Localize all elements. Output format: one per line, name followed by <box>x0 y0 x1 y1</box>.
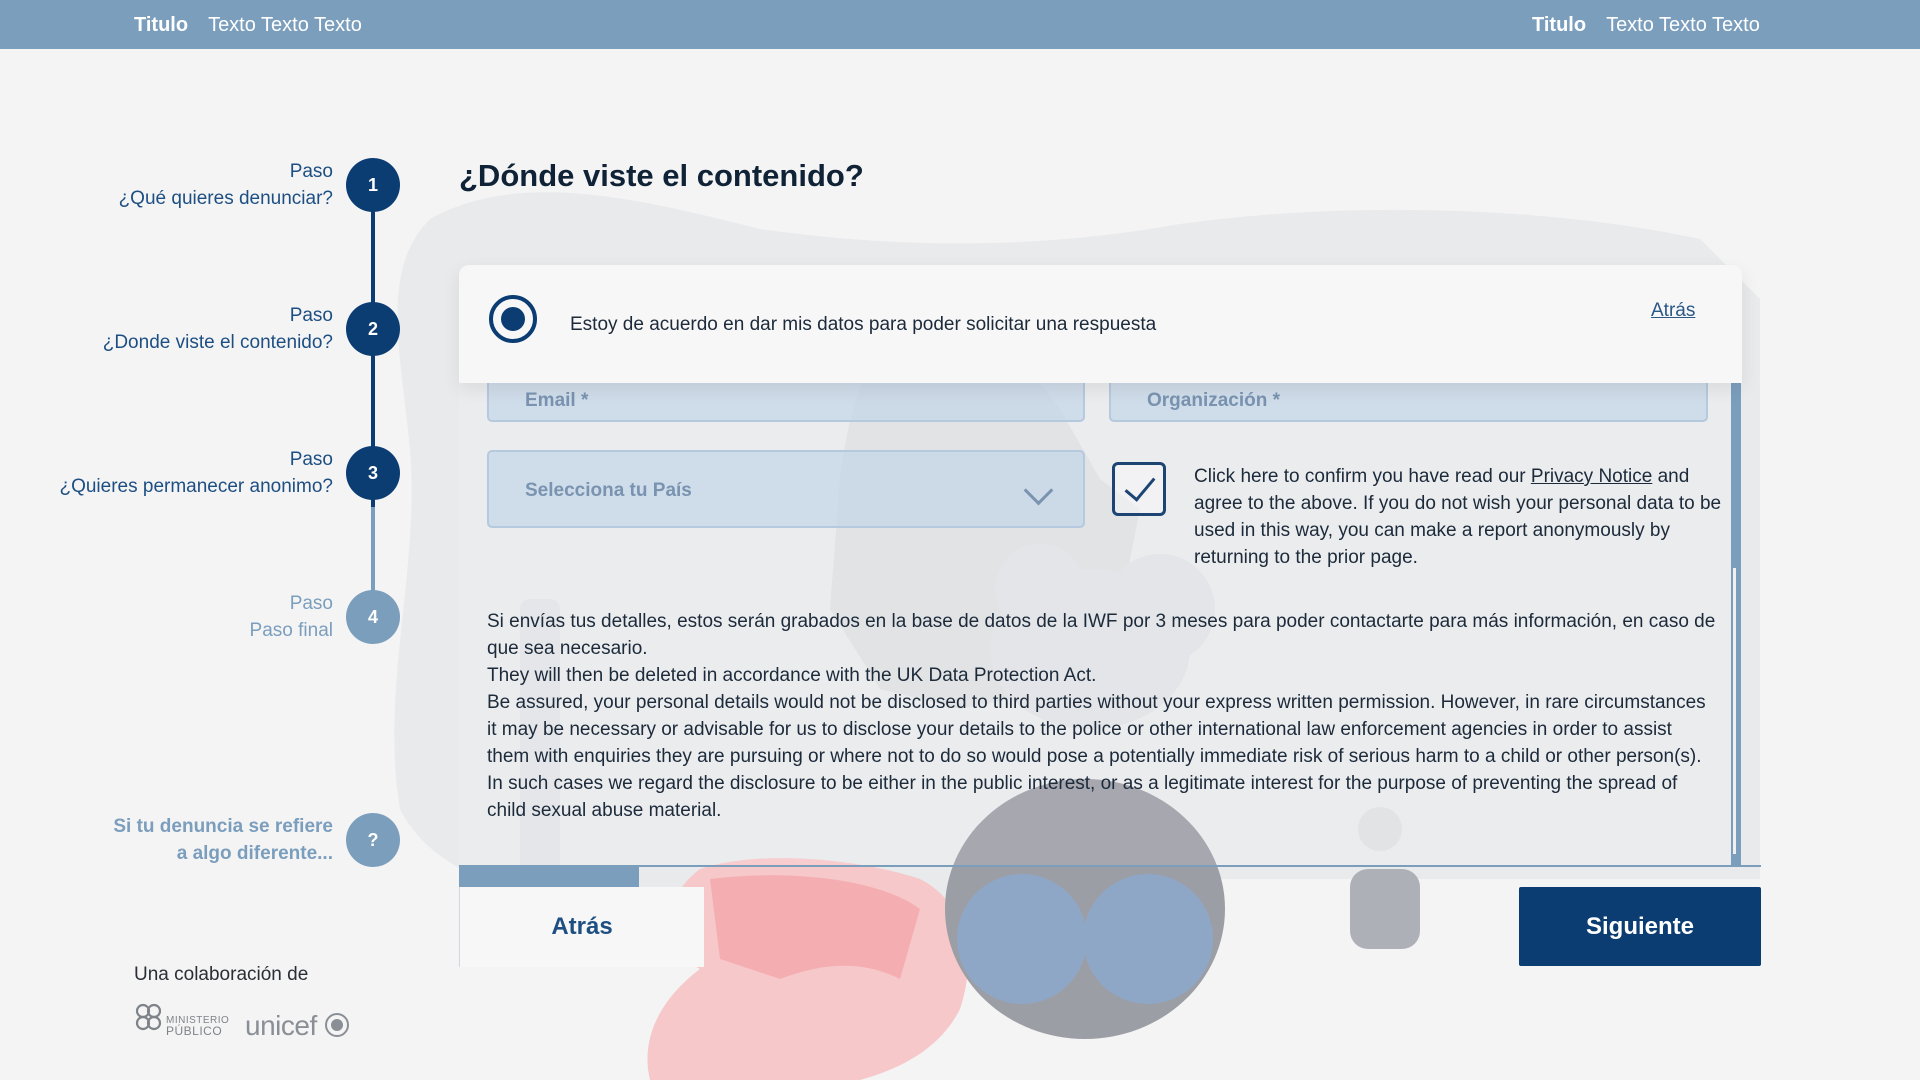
unicef-logo: unicef <box>245 1010 350 1042</box>
topbar-left-group[interactable]: Titulo Texto Texto Texto <box>134 14 362 37</box>
back-link[interactable]: Atrás <box>1651 300 1695 322</box>
step-3-name: ¿Quieres permanecer anonimo? <box>59 476 333 497</box>
step-3[interactable]: Paso ¿Quieres permanecer anonimo? 3 <box>40 446 400 506</box>
topbar-left-text[interactable]: Texto Texto Texto <box>208 14 362 36</box>
consent-label: Estoy de acuerdo en dar mis datos para p… <box>570 314 1157 335</box>
topbar-right-text[interactable]: Texto Texto Texto <box>1606 14 1760 36</box>
ministerio-publico-logo-icon <box>135 1003 162 1031</box>
step-4-label: Paso <box>289 593 333 614</box>
country-placeholder: Selecciona tu País <box>525 480 692 501</box>
step-2-label: Paso <box>289 305 333 326</box>
help-link[interactable]: Si tu denuncia se refiere a algo diferen… <box>40 813 400 873</box>
top-bar: Titulo Texto Texto Texto Titulo Texto Text… <box>0 0 1920 49</box>
privacy-notice-link[interactable]: Privacy Notice <box>1531 466 1652 487</box>
info-paragraph-2: They will then be deleted in accordance … <box>487 665 1097 686</box>
data-info-text: Si envías tus detalles, estos serán grab… <box>487 608 1717 824</box>
step-3-number-badge: 3 <box>346 446 400 500</box>
chevron-down-icon <box>1023 475 1054 506</box>
step-1-label: Paso <box>289 161 333 182</box>
help-line-1: Si tu denuncia se refiere <box>113 816 333 837</box>
step-1-number-badge: 1 <box>346 158 400 212</box>
privacy-text: Click here to confirm you have read our … <box>1194 463 1734 571</box>
checkmark-icon <box>1124 469 1156 502</box>
radio-selected-dot <box>501 307 525 331</box>
privacy-checkbox[interactable] <box>1112 462 1166 516</box>
step-3-label: Paso <box>289 449 333 470</box>
background-figure-red <box>710 875 920 979</box>
scrollbar-thumb[interactable] <box>1733 568 1736 854</box>
background-post <box>1350 869 1420 949</box>
step-3-text: Paso ¿Quieres permanecer anonimo? <box>59 446 333 500</box>
ministerio-publico-logo-text: MINISTERIO PÚBLICO <box>166 1016 229 1038</box>
card-bottom-border <box>459 865 1761 867</box>
step-1-name: ¿Qué quieres denunciar? <box>118 188 333 209</box>
ministerio-logo-line-2: PÚBLICO <box>166 1024 223 1038</box>
step-1-text: Paso ¿Qué quieres denunciar? <box>119 158 333 212</box>
topbar-left-title[interactable]: Titulo <box>134 14 188 36</box>
country-select[interactable]: Selecciona tu País <box>487 450 1085 528</box>
help-text: Si tu denuncia se refiere a algo diferen… <box>113 813 333 867</box>
next-button[interactable]: Siguiente <box>1519 887 1761 966</box>
card-scrollbar[interactable] <box>1731 383 1741 866</box>
step-4-text: Paso Paso final <box>250 590 333 644</box>
topbar-right-title[interactable]: Titulo <box>1532 14 1586 36</box>
step-2-name: ¿Donde viste el contenido? <box>102 332 333 353</box>
form-card: Estoy de acuerdo en dar mis datos para p… <box>459 265 1761 867</box>
step-2[interactable]: Paso ¿Donde viste el contenido? 2 <box>40 302 400 362</box>
unicef-logo-text: unicef <box>245 1010 317 1041</box>
info-paragraph-1: Si envías tus detalles, estos serán grab… <box>487 611 1716 659</box>
consent-header: Estoy de acuerdo en dar mis datos para p… <box>459 265 1742 383</box>
step-4-number-badge: 4 <box>346 590 400 644</box>
step-2-number-badge: 2 <box>346 302 400 356</box>
background-bear-paw-right <box>1083 874 1213 1004</box>
step-4[interactable]: Paso Paso final 4 <box>40 590 400 650</box>
unicef-globe-icon <box>325 1013 349 1037</box>
collaboration-label: Una colaboración de <box>134 964 309 985</box>
help-icon: ? <box>346 813 400 867</box>
background-bear-paw-left <box>957 874 1087 1004</box>
info-paragraph-3: Be assured, your personal details would … <box>487 692 1706 821</box>
privacy-text-before: Click here to confirm you have read our <box>1194 466 1531 487</box>
organization-placeholder: Organización * <box>1147 390 1281 411</box>
email-placeholder: Email * <box>525 390 589 411</box>
page-title: ¿Dónde viste el contenido? <box>459 158 864 193</box>
topbar-right-group[interactable]: Titulo Texto Texto Texto <box>1532 14 1760 37</box>
step-4-name: Paso final <box>249 620 333 641</box>
back-button-tab <box>459 867 639 887</box>
step-2-text: Paso ¿Donde viste el contenido? <box>103 302 333 356</box>
consent-radio[interactable] <box>489 295 537 343</box>
step-1[interactable]: Paso ¿Qué quieres denunciar? 1 <box>40 158 400 218</box>
back-button[interactable]: Atrás <box>459 887 704 967</box>
help-line-2: a algo diferente... <box>176 843 333 864</box>
